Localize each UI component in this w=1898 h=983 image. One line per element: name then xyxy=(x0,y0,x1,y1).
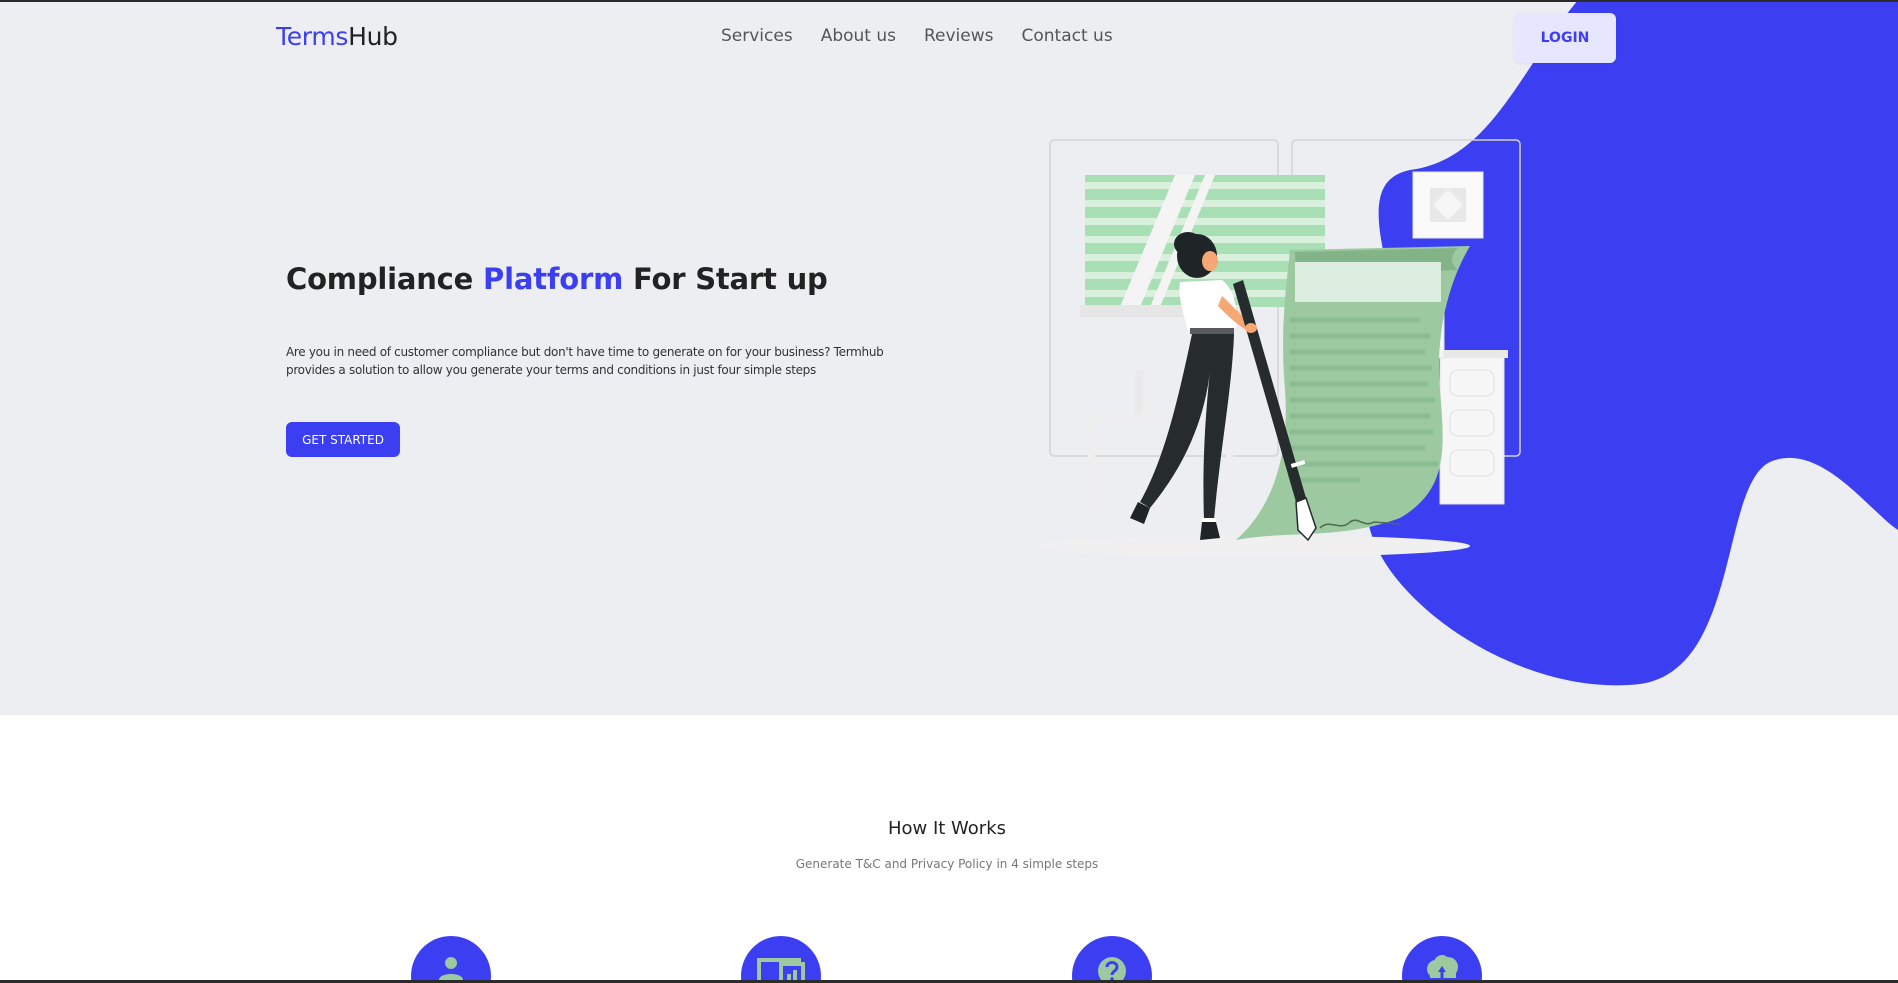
question-icon xyxy=(1098,957,1126,983)
hero-title-part2: For Start up xyxy=(623,262,828,296)
dashboard-icon xyxy=(757,958,805,983)
how-it-works-subtitle: Generate T&C and Privacy Policy in 4 sim… xyxy=(795,857,1099,871)
nav-about-us[interactable]: About us xyxy=(821,26,896,46)
login-button[interactable]: LOGIN xyxy=(1514,13,1616,63)
nav-reviews[interactable]: Reviews xyxy=(924,26,994,46)
get-started-button[interactable]: GET STARTED xyxy=(286,422,400,457)
hero-title-accent: Platform xyxy=(483,262,624,296)
user-icon xyxy=(439,957,463,983)
hero-section: TermsHub Services About us Reviews Conta… xyxy=(0,0,1898,715)
nav-contact-us[interactable]: Contact us xyxy=(1022,26,1113,46)
hero-description: Are you in need of customer compliance b… xyxy=(286,345,884,377)
main-nav: Services About us Reviews Contact us xyxy=(721,26,1113,46)
logo-terms: Terms xyxy=(276,22,349,51)
decorative-blob xyxy=(1366,0,1898,686)
step-4-circle xyxy=(1402,936,1482,983)
brand-logo[interactable]: TermsHub xyxy=(276,22,398,51)
document-signing-illustration xyxy=(1040,139,1521,557)
step-3-circle xyxy=(1072,936,1152,983)
logo-hub: Hub xyxy=(348,22,398,51)
cloud-upload-icon xyxy=(1427,955,1458,980)
window-top-border xyxy=(0,0,1898,2)
hero-title-part1: Compliance xyxy=(286,262,484,296)
step-2-circle xyxy=(741,936,821,983)
hero-title: Compliance Platform For Start up xyxy=(286,262,828,296)
step-1-circle xyxy=(411,936,491,983)
how-it-works-title: How It Works xyxy=(887,818,1007,839)
nav-services[interactable]: Services xyxy=(721,26,793,46)
